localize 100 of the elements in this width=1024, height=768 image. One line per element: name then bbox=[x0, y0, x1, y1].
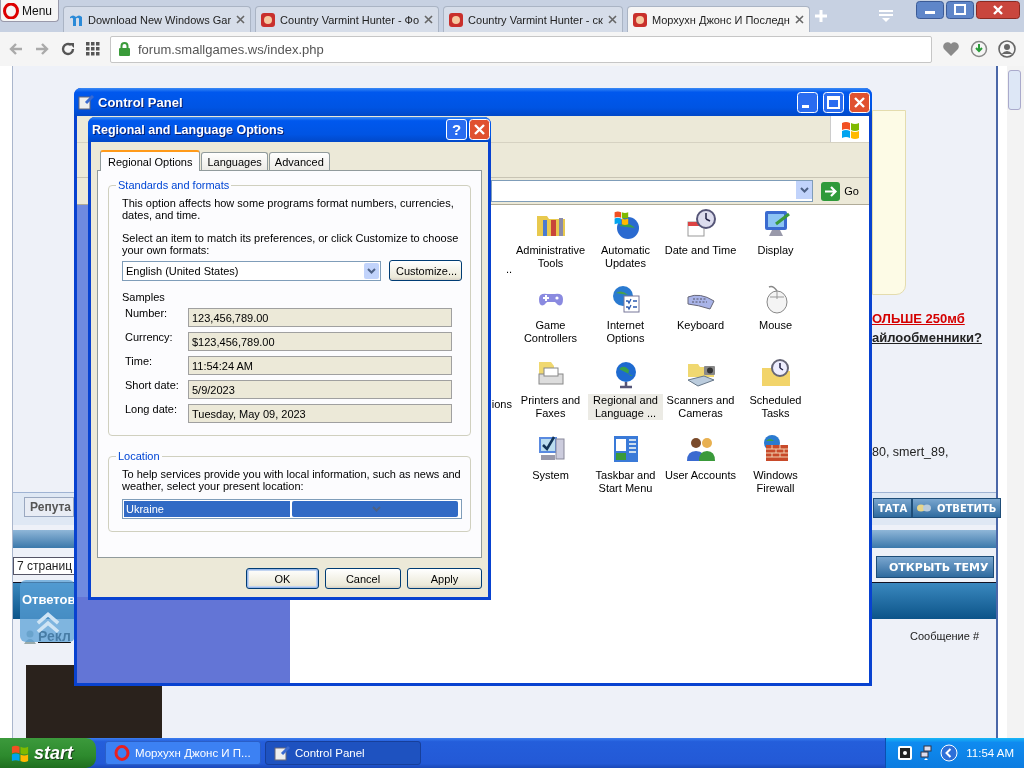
tab[interactable]: Languages bbox=[201, 152, 268, 170]
heart-icon[interactable] bbox=[942, 41, 960, 57]
control-panel-item[interactable]: Keyboard bbox=[663, 283, 738, 358]
control-panel-item[interactable]: Printers and Faxes bbox=[513, 358, 588, 433]
arrow-left-circle-icon[interactable] bbox=[940, 744, 959, 762]
quote-button[interactable]: ТАТА bbox=[873, 498, 913, 518]
lock-icon bbox=[119, 42, 130, 56]
scrollbar[interactable] bbox=[1007, 66, 1024, 738]
close-tab-icon[interactable] bbox=[424, 15, 434, 24]
close-tab-icon[interactable] bbox=[607, 15, 617, 24]
chevron-down-icon bbox=[367, 267, 376, 274]
pagination-label[interactable]: 7 страниц bbox=[13, 557, 74, 575]
dropdown-button[interactable] bbox=[796, 181, 813, 199]
user-link[interactable]: 80 bbox=[872, 445, 886, 459]
menu-button[interactable]: Menu bbox=[0, 0, 60, 22]
user-link[interactable]: smert_89 bbox=[892, 445, 945, 459]
item-label: ions bbox=[490, 398, 512, 411]
control-panel-icon bbox=[78, 94, 94, 110]
maximize-button[interactable] bbox=[946, 1, 974, 19]
control-panel-item[interactable]: Automatic Updates bbox=[588, 208, 663, 283]
group-label: Standards and formats bbox=[117, 179, 231, 191]
scrollbar-thumb[interactable] bbox=[1008, 70, 1021, 110]
message-label: Сообщение # bbox=[910, 630, 980, 642]
window-title: Control Panel bbox=[98, 94, 184, 110]
site-favicon-icon bbox=[449, 12, 464, 27]
help-button[interactable]: ? bbox=[446, 119, 467, 140]
dialog-button[interactable]: Apply bbox=[407, 568, 482, 589]
browser-tab[interactable]: Морхухн Джонс И Последн bbox=[626, 6, 810, 32]
reload-icon[interactable] bbox=[60, 41, 76, 57]
control-panel-item[interactable]: Date and Time bbox=[663, 208, 738, 283]
close-tab-icon[interactable] bbox=[794, 15, 804, 24]
chevron-down-icon bbox=[371, 506, 381, 512]
control-panel-item[interactable]: User Accounts bbox=[663, 433, 738, 508]
message-link[interactable]: # bbox=[972, 630, 980, 642]
dialog-button[interactable]: OK bbox=[246, 568, 319, 589]
instruction-text: Select an item to match its preferences, or click Customize to choose your own formats: bbox=[122, 232, 460, 256]
download-icon[interactable] bbox=[970, 40, 988, 58]
tab[interactable]: Advanced bbox=[268, 152, 330, 170]
minimize-button[interactable] bbox=[916, 1, 944, 19]
sample-value: 11:54:24 AM bbox=[188, 356, 452, 375]
control-panel-item[interactable]: System bbox=[513, 433, 588, 508]
user-list: 80, smert_89, bbox=[872, 445, 949, 459]
dialog-button[interactable]: Cancel bbox=[325, 568, 401, 589]
control-panel-item[interactable]: Windows Firewall bbox=[738, 433, 813, 508]
browser-tab[interactable]: Country Varmint Hunter - Фо bbox=[255, 6, 440, 32]
chevron-down-icon bbox=[799, 187, 809, 193]
sample-value: 123,456,789.00 bbox=[188, 308, 452, 327]
samples-label: Samples bbox=[122, 291, 166, 303]
reply-button[interactable]: ОТВЕТИТЬ bbox=[912, 498, 1002, 518]
format-dropdown[interactable]: English (United States) bbox=[122, 260, 381, 281]
sample-value: Tuesday, May 09, 2023 bbox=[188, 404, 452, 423]
sample-label: Currency: bbox=[124, 331, 174, 343]
control-panel-item[interactable]: Taskbar and Start Menu bbox=[588, 433, 663, 508]
scroll-top-button[interactable] bbox=[20, 580, 75, 642]
dialog-title: Regional and Language Options bbox=[92, 122, 285, 137]
close-button[interactable] bbox=[976, 1, 1020, 19]
customize-button[interactable]: Customize... bbox=[389, 260, 462, 281]
control-panel-item[interactable]: Administrative Tools bbox=[513, 208, 588, 283]
browser-tab[interactable]: Download New Windows Gar bbox=[63, 6, 252, 32]
taskbar-button[interactable]: Control Panel bbox=[265, 741, 421, 765]
address-field[interactable] bbox=[491, 180, 814, 202]
control-panel-item[interactable]: Scanners and Cameras bbox=[663, 358, 738, 433]
control-panel-item[interactable]: Game Controllers bbox=[513, 283, 588, 358]
go-button[interactable]: Go bbox=[817, 180, 863, 202]
clock: 11:54 AM bbox=[966, 747, 1014, 759]
windows-logo-icon bbox=[10, 743, 30, 763]
site-favicon-icon bbox=[632, 12, 647, 27]
description-text: To help services provide you with local information, such as news and weather, select your present location: bbox=[122, 468, 462, 492]
sample-label: Time: bbox=[124, 355, 154, 367]
sample-label: Number: bbox=[124, 307, 169, 319]
location-dropdown[interactable]: Ukraine bbox=[122, 499, 462, 519]
answers-header: Ответов bbox=[22, 592, 76, 607]
speed-dial-icon[interactable] bbox=[86, 42, 100, 56]
close-tab-icon[interactable] bbox=[236, 15, 246, 24]
tab[interactable]: Regional Options bbox=[100, 150, 201, 171]
sample-label: Short date: bbox=[124, 379, 180, 391]
sample-value: $123,456,789.00 bbox=[188, 332, 452, 351]
open-topic-button[interactable]: ОТКРЫТЬ ТЕМУ bbox=[876, 556, 994, 578]
control-panel-item[interactable]: Scheduled Tasks bbox=[738, 358, 813, 433]
browser-tab[interactable]: Country Varmint Hunter - ск bbox=[443, 6, 623, 32]
sample-label: Long date: bbox=[124, 403, 178, 415]
control-panel-item[interactable]: Regional and Language ... bbox=[588, 358, 663, 433]
speech-icon bbox=[917, 504, 931, 512]
group-label: Location bbox=[117, 450, 161, 462]
forum-link[interactable]: ОЛЬШЕ 250мб bbox=[872, 311, 965, 326]
network-icon[interactable] bbox=[920, 745, 933, 761]
start-button[interactable]: start bbox=[0, 738, 96, 768]
forum-link[interactable]: айлообменники? bbox=[872, 330, 983, 345]
sample-value: 5/9/2023 bbox=[188, 380, 452, 399]
reputation-label[interactable]: Репута bbox=[24, 497, 74, 517]
address-field[interactable]: forum.smallgames.ws/index.php bbox=[110, 35, 932, 63]
control-panel-item[interactable]: Mouse bbox=[738, 283, 813, 358]
description-text: This option affects how some programs format numbers, currencies, dates, and time. bbox=[122, 197, 455, 221]
site-favicon-icon bbox=[261, 12, 276, 27]
control-panel-item[interactable]: Display bbox=[738, 208, 813, 283]
taskbar-button[interactable]: Морхухн Джонс И П... bbox=[105, 741, 261, 765]
profile-icon[interactable] bbox=[998, 40, 1016, 58]
control-panel-icon bbox=[274, 745, 290, 761]
control-panel-item[interactable]: Internet Options bbox=[588, 283, 663, 358]
help-book-icon[interactable] bbox=[898, 746, 913, 760]
